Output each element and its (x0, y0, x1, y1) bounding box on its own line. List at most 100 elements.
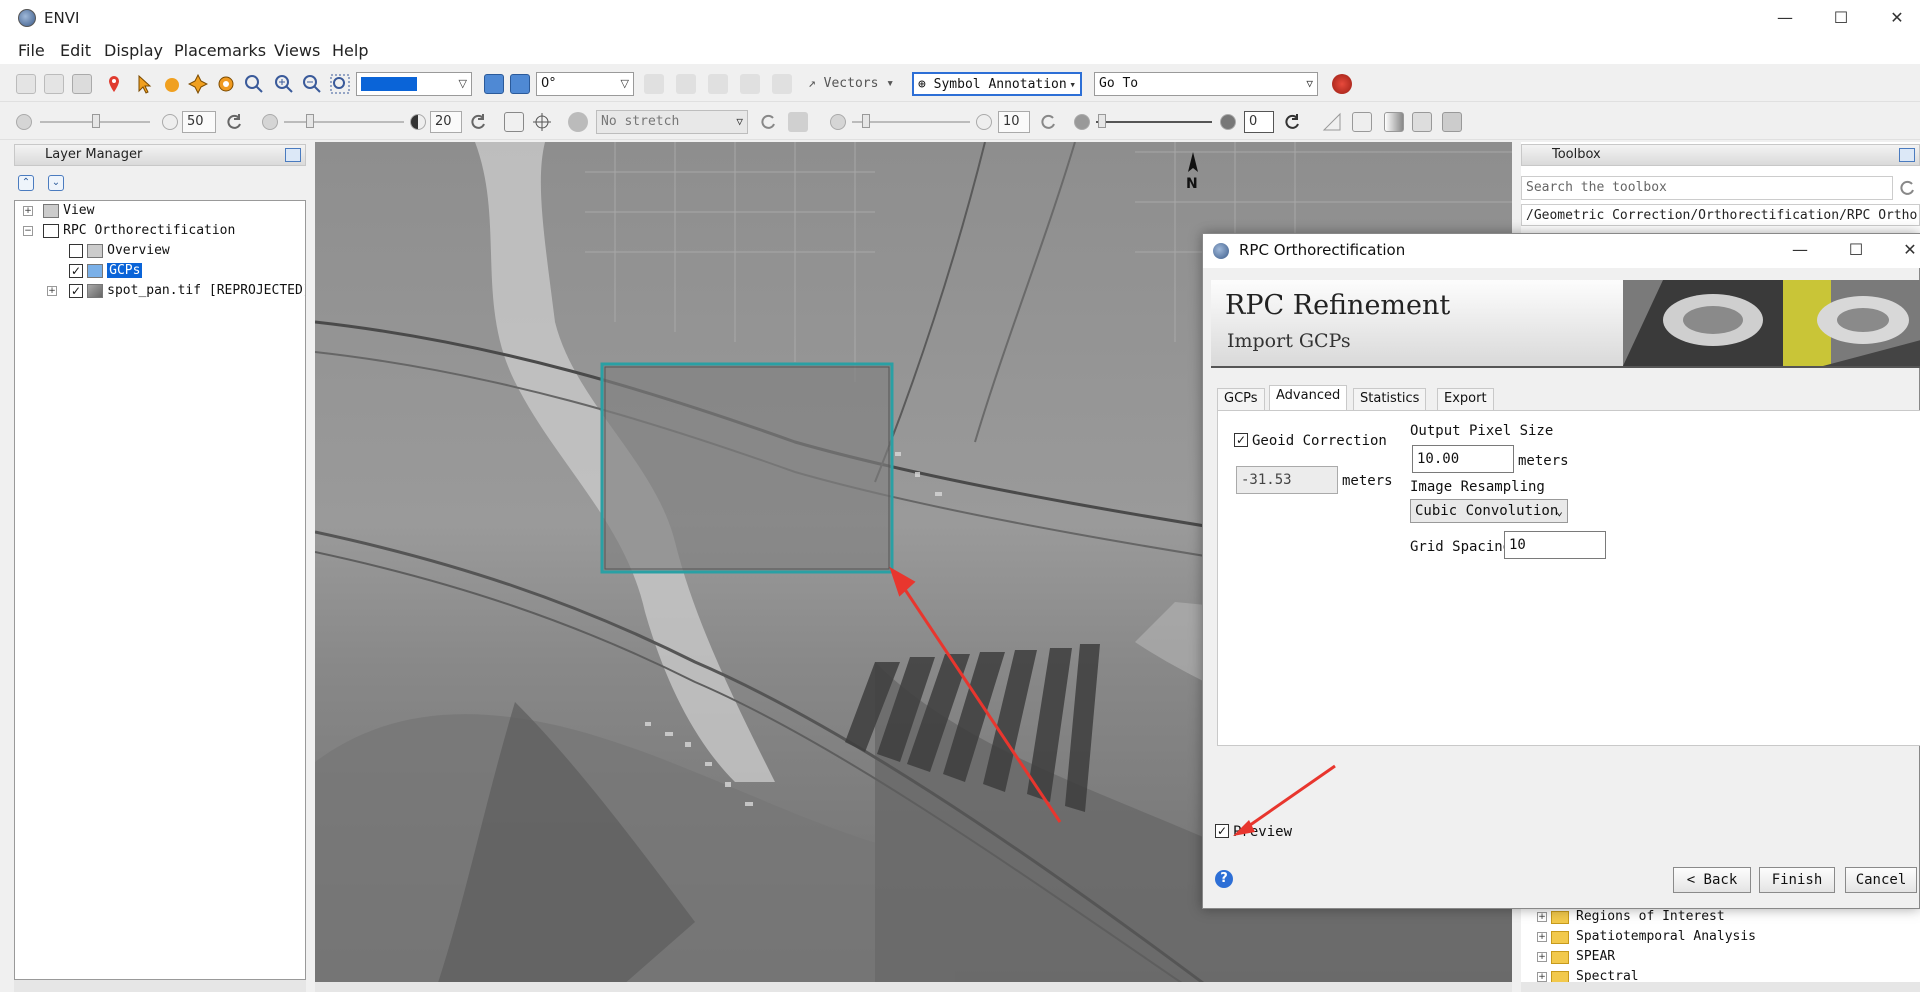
layer-up-icon[interactable] (484, 74, 504, 94)
tree-item-view[interactable]: View (43, 201, 94, 221)
dialog-close-button[interactable]: ✕ (1895, 238, 1920, 262)
histogram-icon[interactable] (788, 112, 808, 132)
preview-checkbox[interactable]: ✓ (1215, 824, 1229, 838)
rotate-icon[interactable] (216, 74, 236, 94)
tree-item-rpc-orthorectification[interactable]: RPC Orthorectification (43, 221, 235, 241)
menu-file[interactable]: File (18, 41, 45, 60)
attribute-icon[interactable] (772, 74, 792, 94)
zoom-in-icon[interactable] (274, 74, 294, 94)
tab-gcps[interactable]: GCPs (1217, 388, 1265, 410)
sharpen-value[interactable]: 10 (998, 111, 1030, 133)
pin-panel-icon[interactable] (285, 148, 301, 162)
menu-edit[interactable]: Edit (60, 41, 91, 60)
swipe-icon[interactable] (1442, 112, 1462, 132)
tab-export[interactable]: Export (1437, 388, 1494, 410)
ruler-icon[interactable] (1322, 112, 1342, 132)
stretch-combo[interactable]: No stretch ▽ (596, 110, 748, 134)
preview-box[interactable] (600, 362, 894, 574)
crop-icon[interactable] (72, 74, 92, 94)
expand-spatiotemporal-icon[interactable]: + (1537, 932, 1547, 942)
tab-statistics[interactable]: Statistics (1353, 388, 1427, 410)
pin-toolbox-icon[interactable] (1899, 148, 1915, 162)
zoom-combo[interactable]: ▽ (356, 72, 472, 96)
spot-pan-checkbox[interactable]: ✓ (69, 284, 83, 298)
close-button[interactable]: ✕ (1882, 6, 1912, 30)
move-up-icon[interactable]: ⌃ (18, 175, 34, 191)
toolbox-search-input[interactable]: Search the toolbox (1521, 176, 1893, 200)
sharpen-slider-handle[interactable] (862, 114, 870, 128)
menu-help[interactable]: Help (332, 41, 368, 60)
tree-item-gcps[interactable]: GCPs (87, 261, 143, 281)
flicker-icon[interactable] (1412, 112, 1432, 132)
menu-views[interactable]: Views (274, 41, 320, 60)
reset-transparency-icon[interactable] (1282, 112, 1302, 132)
tree-item-spot-pan[interactable]: spot_pan.tif [REPROJECTED] (87, 281, 305, 301)
toolbox-item-spatiotemporal[interactable]: Spatiotemporal Analysis (1576, 928, 1756, 946)
pan-hand-icon[interactable] (162, 74, 182, 94)
reset-sharpen-icon[interactable] (1038, 112, 1058, 132)
grid-spacing-field[interactable]: 10 (1504, 531, 1606, 559)
fly-icon[interactable] (187, 73, 209, 95)
toolbox-scrollbar[interactable] (1521, 982, 1920, 992)
vectors-dropdown[interactable]: ↗ Vectors ▾ (808, 76, 894, 91)
reset-contrast-icon[interactable] (468, 112, 488, 132)
transparency-value[interactable]: 0 (1244, 111, 1274, 133)
pin-icon[interactable] (104, 74, 124, 94)
cancel-button[interactable]: Cancel (1845, 867, 1917, 893)
tree-item-overview[interactable]: Overview (87, 241, 170, 261)
overview-checkbox[interactable] (69, 244, 83, 258)
geoid-value-field[interactable]: -31.53 (1236, 466, 1338, 494)
vector-tool-icon[interactable] (644, 74, 664, 94)
gcps-checkbox[interactable]: ✓ (69, 264, 83, 278)
select-arrow-icon[interactable] (134, 74, 154, 94)
maximize-button[interactable]: ☐ (1826, 6, 1856, 30)
toolbox-item-roi[interactable]: Regions of Interest (1576, 908, 1725, 926)
dialog-minimize-button[interactable]: — (1785, 238, 1815, 262)
expand-spectral-icon[interactable]: + (1537, 972, 1547, 982)
toolbox-item-spear[interactable]: SPEAR (1576, 948, 1615, 966)
finish-button[interactable]: Finish (1759, 867, 1835, 893)
menu-display[interactable]: Display (104, 41, 163, 60)
tab-advanced[interactable]: Advanced (1269, 385, 1348, 411)
output-pixel-size-field[interactable]: 10.00 (1412, 445, 1514, 473)
geoid-correction-checkbox[interactable]: ✓ (1234, 433, 1248, 447)
move-down-icon[interactable]: ⌄ (48, 175, 64, 191)
brightness-value[interactable]: 50 (182, 111, 216, 133)
blend-icon[interactable] (1384, 112, 1404, 132)
help-icon[interactable]: ? (1215, 870, 1233, 888)
rotation-combo[interactable]: 0° ▽ (536, 72, 634, 96)
stop-icon[interactable] (1332, 74, 1352, 94)
dialog-maximize-button[interactable]: ☐ (1841, 238, 1871, 262)
clipboard-icon[interactable] (44, 74, 64, 94)
annotation-dropdown[interactable]: ⊕ Symbol Annotation ▾ (912, 72, 1082, 96)
goto-input[interactable]: Go To ▽ (1094, 72, 1318, 96)
contrast-slider[interactable] (284, 121, 404, 123)
contrast-slider-handle[interactable] (306, 114, 314, 128)
transparency-slider-handle[interactable] (1098, 114, 1106, 128)
zoom-out-icon[interactable] (302, 74, 322, 94)
menu-placemarks[interactable]: Placemarks (174, 41, 266, 60)
expand-spot-icon[interactable]: + (47, 286, 57, 296)
stretch-box-icon[interactable] (504, 112, 524, 132)
brightness-slider-handle[interactable] (92, 114, 100, 128)
zoom-icon[interactable] (244, 74, 264, 94)
layer-down-icon[interactable] (510, 74, 530, 94)
refresh-toolbox-icon[interactable] (1897, 178, 1917, 198)
transparency-slider[interactable] (1096, 121, 1212, 123)
back-button[interactable]: < Back (1673, 867, 1751, 893)
expand-roi-icon[interactable]: + (1537, 912, 1547, 922)
minimize-button[interactable]: — (1770, 6, 1800, 30)
stretch-icon[interactable] (568, 112, 588, 132)
vertex-icon[interactable] (708, 74, 728, 94)
expand-view-icon[interactable]: + (23, 206, 33, 216)
image-resampling-select[interactable]: Cubic Convolution ⌄ (1410, 499, 1568, 523)
contrast-value[interactable]: 20 (430, 111, 462, 133)
collapse-rpc-icon[interactable]: − (23, 226, 33, 236)
crosshair-icon[interactable] (532, 112, 552, 132)
layer-tree-scrollbar[interactable] (14, 980, 306, 992)
vector-edit-icon[interactable] (676, 74, 696, 94)
expand-spear-icon[interactable]: + (1537, 952, 1547, 962)
zoom-full-icon[interactable] (330, 74, 350, 94)
portal-icon[interactable] (1352, 112, 1372, 132)
reset-brightness-icon[interactable] (224, 112, 244, 132)
